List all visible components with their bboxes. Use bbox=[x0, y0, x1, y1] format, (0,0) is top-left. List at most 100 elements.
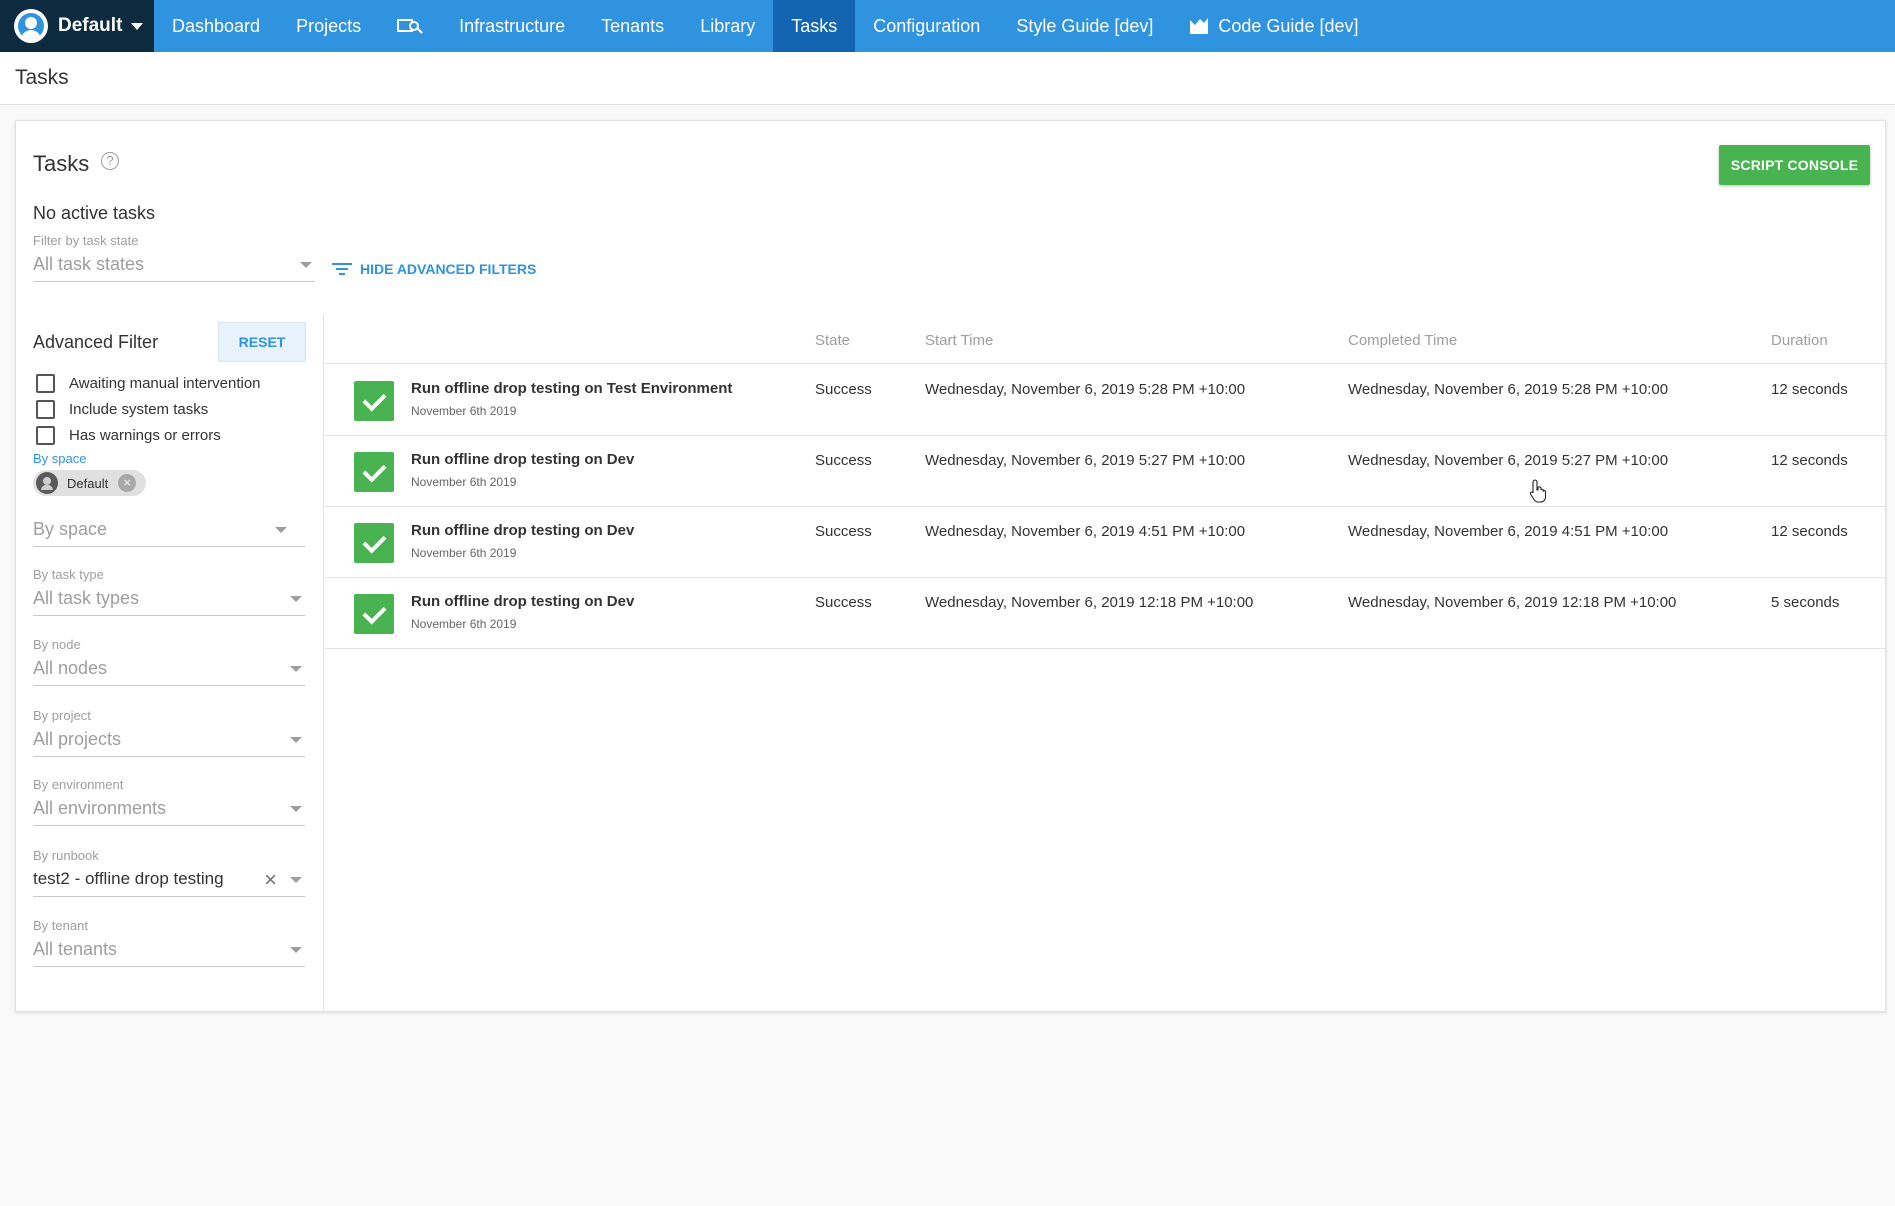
table-row[interactable]: Run offline drop testing on Dev November… bbox=[325, 578, 1887, 649]
task-start-time: Wednesday, November 6, 2019 5:27 PM +10:… bbox=[925, 452, 1246, 469]
checkbox-awaiting-manual[interactable]: Awaiting manual intervention bbox=[36, 374, 261, 393]
checkbox-include-system[interactable]: Include system tasks bbox=[36, 400, 208, 419]
hide-advanced-filters-button[interactable]: HIDE ADVANCED FILTERS bbox=[332, 261, 536, 277]
header-start-time[interactable]: Start Time bbox=[925, 332, 993, 349]
task-start-time: Wednesday, November 6, 2019 12:18 PM +10… bbox=[925, 594, 1254, 611]
nav-search-window[interactable] bbox=[379, 0, 441, 52]
script-console-button[interactable]: SCRIPT CONSOLE bbox=[1719, 145, 1870, 185]
dropdown-arrow-icon bbox=[300, 262, 312, 268]
dropdown-arrow-icon bbox=[290, 666, 302, 672]
help-circle-icon[interactable]: ? bbox=[101, 152, 119, 170]
check-icon bbox=[354, 523, 394, 563]
environment-label: By environment bbox=[33, 777, 124, 792]
task-state: Success bbox=[815, 594, 872, 611]
project-select[interactable]: All projects bbox=[33, 727, 305, 757]
task-state-select[interactable]: All task states bbox=[33, 252, 315, 282]
task-state: Success bbox=[815, 452, 872, 469]
tasks-card: Tasks ? SCRIPT CONSOLE No active tasks F… bbox=[15, 120, 1887, 1013]
dropdown-arrow-icon bbox=[290, 947, 302, 953]
task-type-label: By task type bbox=[33, 567, 104, 582]
environment-value: All environments bbox=[33, 798, 167, 818]
task-type-value: All task types bbox=[33, 588, 140, 608]
task-completed-time: Wednesday, November 6, 2019 5:28 PM +10:… bbox=[1348, 381, 1669, 398]
nav-code-guide-label: Code Guide [dev] bbox=[1218, 15, 1359, 36]
task-date: November 6th 2019 bbox=[411, 617, 517, 631]
tenant-select[interactable]: All tenants bbox=[33, 937, 305, 967]
task-duration: 5 seconds bbox=[1771, 594, 1840, 611]
project-label: By project bbox=[33, 708, 91, 723]
table-row[interactable]: Run offline drop testing on Test Environ… bbox=[325, 365, 1887, 436]
environment-select[interactable]: All environments bbox=[33, 796, 305, 826]
nav-style-guide[interactable]: Style Guide [dev] bbox=[998, 0, 1171, 52]
task-name[interactable]: Run offline drop testing on Test Environ… bbox=[411, 380, 732, 397]
avatar bbox=[36, 472, 58, 494]
space-name: Default bbox=[58, 15, 123, 36]
nav-configuration[interactable]: Configuration bbox=[855, 0, 998, 52]
nav-tenants[interactable]: Tenants bbox=[583, 0, 682, 52]
nav-library[interactable]: Library bbox=[682, 0, 773, 52]
project-value: All projects bbox=[33, 729, 122, 749]
reset-button[interactable]: RESET bbox=[218, 322, 306, 362]
task-completed-time: Wednesday, November 6, 2019 4:51 PM +10:… bbox=[1348, 523, 1669, 540]
task-completed-time: Wednesday, November 6, 2019 12:18 PM +10… bbox=[1348, 594, 1677, 611]
tenant-label: By tenant bbox=[33, 918, 88, 933]
space-select[interactable]: By space bbox=[33, 517, 305, 547]
table-row[interactable]: Run offline drop testing on Dev November… bbox=[325, 507, 1887, 578]
task-name[interactable]: Run offline drop testing on Dev bbox=[411, 451, 634, 468]
table-row[interactable]: Run offline drop testing on Dev November… bbox=[325, 436, 1887, 507]
filter-state-label: Filter by task state bbox=[33, 233, 139, 248]
octopus-logo-icon bbox=[14, 9, 48, 43]
dropdown-arrow-icon bbox=[275, 527, 287, 533]
page-title: Tasks bbox=[15, 66, 69, 89]
task-state: Success bbox=[815, 381, 872, 398]
close-icon[interactable]: × bbox=[118, 474, 137, 492]
task-date: November 6th 2019 bbox=[411, 546, 517, 560]
task-completed-time: Wednesday, November 6, 2019 5:27 PM +10:… bbox=[1348, 452, 1669, 469]
space-chip: Default × bbox=[33, 470, 146, 496]
table-header: State Start Time Completed Time Duration bbox=[325, 314, 1887, 364]
chevron-down-icon bbox=[131, 22, 144, 30]
task-name[interactable]: Run offline drop testing on Dev bbox=[411, 593, 634, 610]
space-placeholder: By space bbox=[33, 519, 108, 539]
header-completed-time[interactable]: Completed Time bbox=[1348, 332, 1457, 349]
checkbox-box[interactable] bbox=[36, 426, 55, 445]
hand-cursor-icon bbox=[1529, 479, 1547, 503]
nav-infrastructure[interactable]: Infrastructure bbox=[441, 0, 583, 52]
task-state: Success bbox=[815, 523, 872, 540]
nav-tasks[interactable]: Tasks bbox=[773, 0, 856, 52]
task-state-value: All task states bbox=[33, 254, 145, 274]
runbook-value: test2 - offline drop testing bbox=[33, 869, 224, 888]
hide-advanced-filters-label: HIDE ADVANCED FILTERS bbox=[360, 261, 537, 277]
nav-code-guide[interactable]: Code Guide [dev] bbox=[1171, 0, 1376, 52]
task-name[interactable]: Run offline drop testing on Dev bbox=[411, 522, 634, 539]
task-start-time: Wednesday, November 6, 2019 4:51 PM +10:… bbox=[925, 523, 1246, 540]
runbook-select[interactable]: test2 - offline drop testing × bbox=[33, 867, 305, 897]
node-select[interactable]: All nodes bbox=[33, 656, 305, 686]
header-duration[interactable]: Duration bbox=[1771, 332, 1828, 349]
header-state[interactable]: State bbox=[815, 332, 850, 349]
dropdown-arrow-icon bbox=[290, 877, 302, 883]
chart-icon bbox=[1190, 18, 1209, 34]
space-switcher[interactable]: Default bbox=[0, 0, 154, 52]
nav-dashboard[interactable]: Dashboard bbox=[154, 0, 278, 52]
nav-projects[interactable]: Projects bbox=[278, 0, 379, 52]
checkbox-box[interactable] bbox=[36, 400, 55, 419]
by-space-label: By space bbox=[33, 451, 87, 466]
checkbox-label: Awaiting manual intervention bbox=[69, 375, 261, 392]
dropdown-arrow-icon bbox=[290, 806, 302, 812]
checkbox-label: Has warnings or errors bbox=[69, 427, 221, 444]
runbook-label: By runbook bbox=[33, 848, 99, 863]
checkbox-warnings-errors[interactable]: Has warnings or errors bbox=[36, 426, 221, 445]
node-label: By node bbox=[33, 637, 81, 652]
dropdown-arrow-icon bbox=[290, 596, 302, 602]
filter-icon bbox=[332, 261, 352, 277]
task-start-time: Wednesday, November 6, 2019 5:28 PM +10:… bbox=[925, 381, 1246, 398]
checkbox-box[interactable] bbox=[36, 374, 55, 393]
tenant-value: All tenants bbox=[33, 939, 118, 959]
card-title: Tasks bbox=[33, 151, 90, 176]
task-type-select[interactable]: All task types bbox=[33, 586, 305, 616]
dropdown-arrow-icon bbox=[290, 737, 302, 743]
task-duration: 12 seconds bbox=[1771, 523, 1848, 540]
check-icon bbox=[354, 594, 394, 634]
clear-icon[interactable]: × bbox=[264, 869, 277, 891]
